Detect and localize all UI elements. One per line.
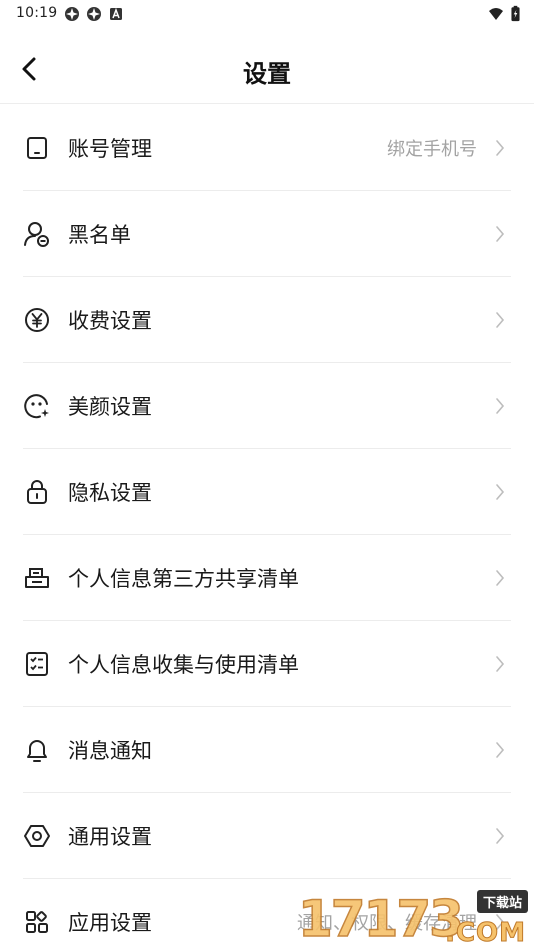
chevron-right-icon (493, 567, 507, 589)
battery-charging-icon (511, 5, 520, 22)
app-icon (65, 7, 79, 21)
settings-item-label: 个人信息收集与使用清单 (68, 652, 299, 677)
apps-grid-icon (23, 908, 51, 936)
bell-icon (23, 736, 51, 764)
settings-item-beauty[interactable]: 美颜设置 (23, 363, 511, 449)
chevron-right-icon (493, 395, 507, 417)
status-icons-right (487, 5, 520, 22)
wifi-icon (489, 7, 503, 20)
settings-item-label: 账号管理 (68, 136, 152, 161)
face-beauty-icon (23, 392, 51, 420)
watermark-number: 17173 (297, 889, 464, 949)
settings-item-fee[interactable]: 收费设置 (23, 277, 511, 363)
phone-icon (23, 134, 51, 162)
yen-icon (23, 306, 51, 334)
status-icons-left (64, 6, 124, 22)
settings-item-value: 绑定手机号 (387, 138, 477, 160)
chevron-right-icon (493, 739, 507, 761)
settings-item-label: 个人信息第三方共享清单 (68, 566, 299, 591)
chevron-right-icon (493, 481, 507, 503)
status-time: 10:19 (16, 5, 58, 21)
hexagon-gear-icon (23, 822, 51, 850)
app-icon (87, 7, 101, 21)
page-title: 设置 (243, 60, 291, 88)
settings-item-label: 通用设置 (68, 824, 152, 849)
chevron-right-icon (493, 309, 507, 331)
checklist-icon (23, 650, 51, 678)
settings-item-label: 隐私设置 (68, 480, 152, 505)
settings-item-data-collection[interactable]: 个人信息收集与使用清单 (23, 621, 511, 707)
header: 设置 (0, 40, 534, 104)
chevron-right-icon (493, 825, 507, 847)
settings-item-third-party-share[interactable]: 个人信息第三方共享清单 (23, 535, 511, 621)
settings-item-account[interactable]: 账号管理 绑定手机号 (23, 105, 511, 191)
settings-item-label: 收费设置 (68, 308, 152, 333)
share-list-icon (23, 564, 51, 592)
settings-item-label: 应用设置 (68, 911, 152, 935)
settings-item-notifications[interactable]: 消息通知 (23, 707, 511, 793)
settings-item-label: 黑名单 (68, 222, 131, 247)
settings-item-blacklist[interactable]: 黑名单 (23, 191, 511, 277)
settings-item-label: 美颜设置 (68, 394, 152, 419)
watermark-badge: 下载站 (476, 890, 528, 913)
status-bar: 10:19 (0, 0, 534, 30)
settings-list: 账号管理 绑定手机号 黑名单 收费设置 美颜设置 隐私设置 个人信息第三方共享清… (23, 105, 511, 950)
settings-item-label: 消息通知 (68, 738, 152, 763)
user-block-icon (23, 220, 51, 248)
watermark-domain: .COM (445, 918, 526, 949)
chevron-right-icon (493, 137, 507, 159)
settings-item-privacy[interactable]: 隐私设置 (23, 449, 511, 535)
chevron-right-icon (493, 653, 507, 675)
notification-a-icon (110, 7, 122, 20)
chevron-right-icon (493, 223, 507, 245)
settings-item-general[interactable]: 通用设置 (23, 793, 511, 879)
lock-icon (23, 478, 51, 506)
watermark-logo: 17173 下载站 .COM (297, 888, 528, 950)
